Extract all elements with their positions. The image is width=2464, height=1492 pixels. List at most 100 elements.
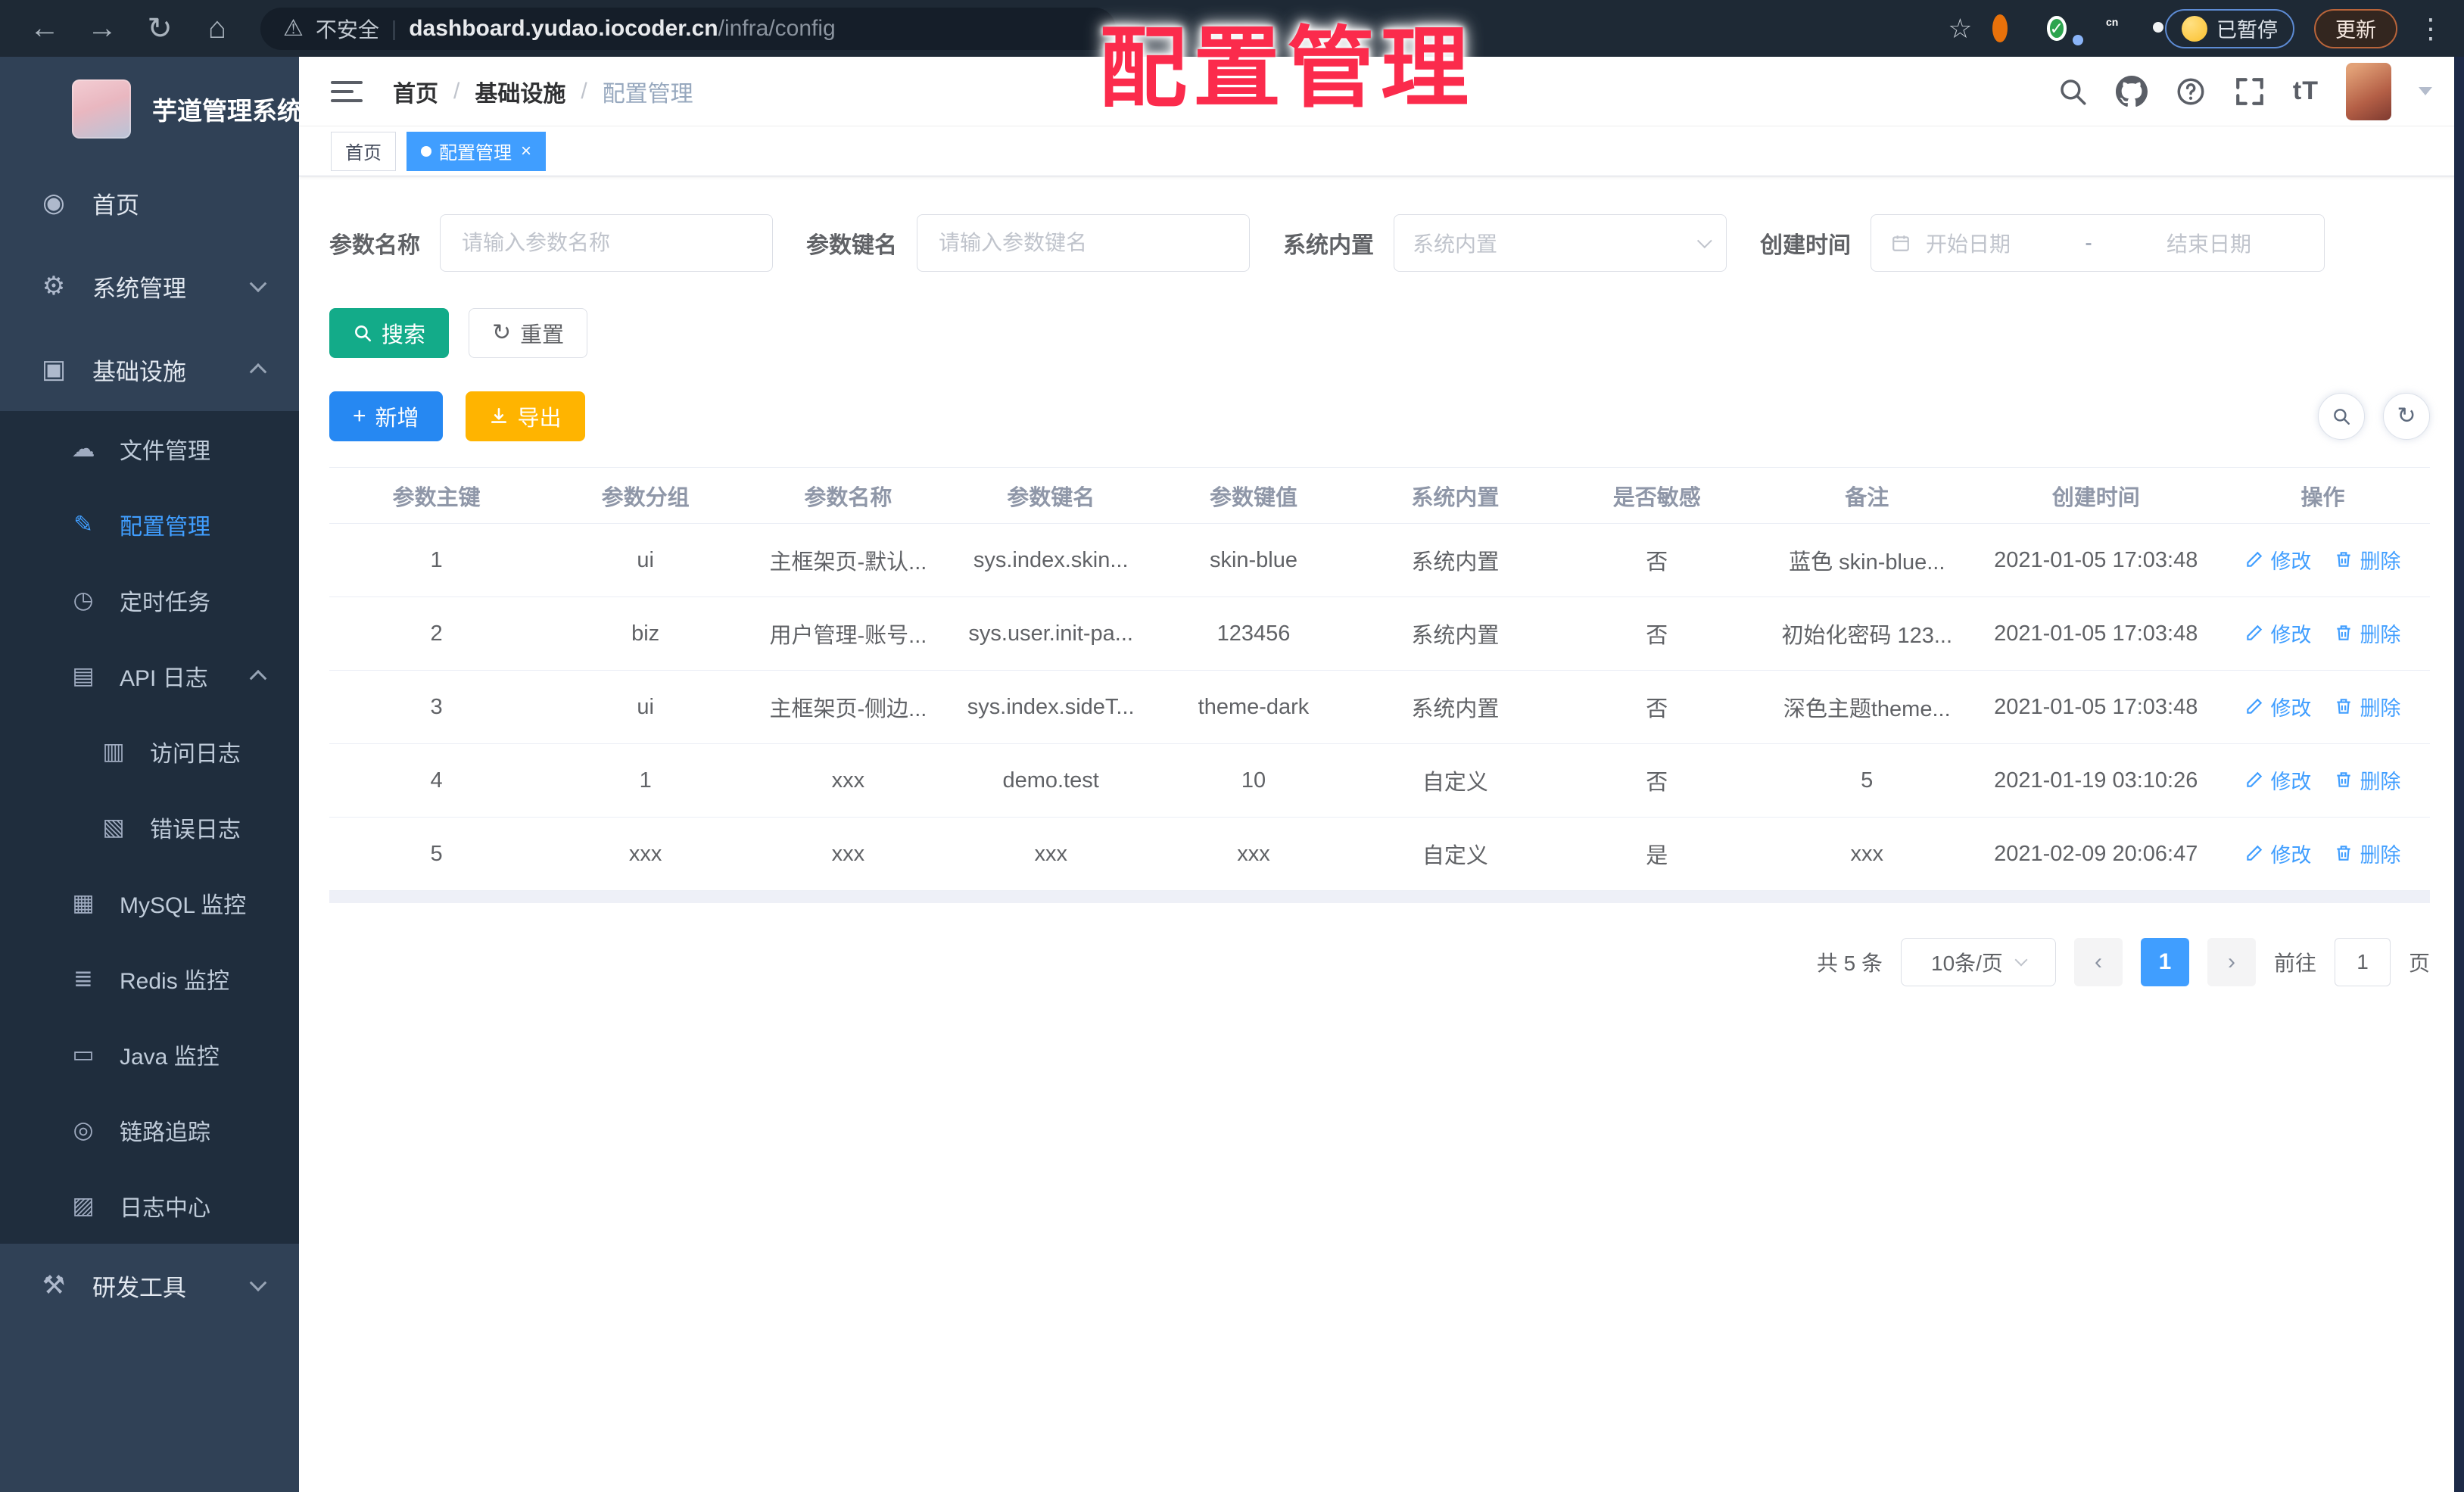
col-header: 操作 bbox=[2215, 467, 2430, 524]
toggle-search-button[interactable] bbox=[2318, 393, 2365, 440]
sidebar-item-log-center[interactable]: ▨ 日志中心 bbox=[0, 1168, 299, 1244]
chevron-down-icon bbox=[1696, 233, 1712, 249]
breadcrumb-home[interactable]: 首页 bbox=[393, 75, 438, 108]
goto-unit-label: 页 bbox=[2408, 952, 2430, 975]
date-range-picker[interactable]: 开始日期 - 结束日期 bbox=[1871, 214, 2325, 272]
delete-link[interactable]: 删除 bbox=[2334, 692, 2400, 721]
java-monitor-icon: ▭ bbox=[72, 1041, 95, 1067]
config-table: 参数主键 参数分组 参数名称 参数键名 参数键值 系统内置 是否敏感 备注 创建… bbox=[329, 467, 2430, 903]
sidebar-item-scheduled-tasks[interactable]: ◷ 定时任务 bbox=[0, 562, 299, 638]
edit-link[interactable]: 修改 bbox=[2244, 618, 2311, 648]
edit-icon bbox=[2247, 552, 2263, 567]
table-row: 4 1 xxx demo.test 10 自定义否 5 2021-01-19 03:10:26… bbox=[329, 743, 2430, 818]
sidebar-item-system-mgmt[interactable]: ⚙ 系统管理 bbox=[0, 245, 299, 328]
not-secure-warning-icon: ⚠ bbox=[283, 16, 304, 41]
sidebar-item-dev-tools[interactable]: ⚒ 研发工具 bbox=[0, 1244, 299, 1327]
trash-icon bbox=[2337, 625, 2351, 640]
add-button[interactable]: + 新增 bbox=[329, 391, 443, 441]
next-page-button[interactable]: › bbox=[2207, 938, 2256, 986]
sidebar-item-mysql-monitor[interactable]: ▦ MySQL 监控 bbox=[0, 865, 299, 941]
browser-menu-icon[interactable]: ⋮ bbox=[2417, 13, 2444, 45]
fullscreen-icon[interactable] bbox=[2234, 76, 2266, 107]
extension-check-icon[interactable]: ✓ bbox=[2046, 15, 2067, 41]
tab-config-mgmt[interactable]: 配置管理 × bbox=[407, 131, 547, 171]
col-header: 备注 bbox=[1757, 467, 1976, 524]
browser-update-button[interactable]: 更新 bbox=[2314, 8, 2397, 48]
search-icon bbox=[2334, 409, 2350, 425]
font-size-icon[interactable]: tT bbox=[2293, 76, 2319, 106]
search-icon[interactable] bbox=[2057, 76, 2089, 107]
delete-link[interactable]: 删除 bbox=[2334, 839, 2400, 868]
address-bar[interactable]: ⚠ 不安全 | dashboard.yudao.iocoder.cn/infra… bbox=[260, 7, 1116, 50]
edit-link[interactable]: 修改 bbox=[2244, 545, 2311, 575]
close-icon[interactable]: × bbox=[521, 141, 531, 162]
export-button[interactable]: 导出 bbox=[465, 391, 585, 441]
table-row: 2 biz 用户管理-账号... sys.user.init-pa... 123456 系… bbox=[329, 596, 2430, 671]
extension-donut-icon[interactable] bbox=[1992, 14, 2008, 42]
window-scrollbar-strip[interactable] bbox=[2454, 57, 2464, 1492]
emoji-icon bbox=[2182, 15, 2207, 42]
sidebar-item-error-logs[interactable]: ▧ 错误日志 bbox=[0, 790, 299, 865]
sidebar-item-file-mgmt[interactable]: ☁ 文件管理 bbox=[0, 411, 299, 487]
avatar-caret-icon[interactable] bbox=[2419, 87, 2432, 95]
browser-reload-icon[interactable]: ↻ bbox=[135, 11, 185, 46]
sidebar-item-infrastructure[interactable]: ▣ 基础设施 bbox=[0, 328, 299, 411]
search-button[interactable]: 搜索 bbox=[329, 308, 450, 358]
access-log-icon: ▥ bbox=[102, 738, 125, 765]
sidebar-item-java-monitor[interactable]: ▭ Java 监控 bbox=[0, 1017, 299, 1092]
edit-icon bbox=[2247, 846, 2263, 861]
browser-forward-icon[interactable]: → bbox=[77, 11, 127, 45]
sidebar-item-config-mgmt[interactable]: ✎ 配置管理 bbox=[0, 487, 299, 562]
delete-link[interactable]: 删除 bbox=[2334, 545, 2400, 575]
sidebar-item-access-logs[interactable]: ▥ 访问日志 bbox=[0, 714, 299, 790]
builtin-select[interactable]: 系统内置 bbox=[1394, 214, 1727, 272]
delete-link[interactable]: 删除 bbox=[2334, 618, 2400, 648]
tab-home[interactable]: 首页 bbox=[331, 131, 396, 171]
sidebar-item-api-logs[interactable]: ▤ API 日志 bbox=[0, 638, 299, 714]
edit-link[interactable]: 修改 bbox=[2244, 839, 2311, 868]
sidebar-logo-row[interactable]: 芋道管理系统 bbox=[0, 57, 302, 161]
calendar-icon bbox=[1892, 235, 1909, 251]
edit-icon: ✎ bbox=[73, 511, 93, 537]
delete-link[interactable]: 删除 bbox=[2334, 765, 2400, 795]
prev-page-button[interactable]: ‹ bbox=[2073, 938, 2123, 986]
paused-badge[interactable]: 已暂停 bbox=[2165, 8, 2294, 48]
sidebar-item-home[interactable]: ◉ 首页 bbox=[0, 161, 299, 245]
trash-icon bbox=[2337, 772, 2351, 787]
param-key-input[interactable] bbox=[917, 214, 1250, 272]
browser-back-icon[interactable]: ← bbox=[20, 11, 70, 45]
chevron-down-icon bbox=[2014, 953, 2028, 967]
refresh-table-button[interactable]: ↻ bbox=[2383, 393, 2430, 440]
app-title: 芋道管理系统 bbox=[152, 97, 302, 125]
hamburger-icon[interactable] bbox=[331, 80, 363, 102]
browser-home-icon[interactable]: ⌂ bbox=[192, 11, 242, 45]
sidebar-submenu-infrastructure: ☁ 文件管理 ✎ 配置管理 ◷ 定时任务 ▤ API 日志 ▥ 访问日志 ▧ 错… bbox=[0, 411, 299, 1244]
user-avatar[interactable] bbox=[2346, 62, 2391, 120]
toolbox-icon: ⚒ bbox=[42, 1271, 66, 1300]
logo-avatar bbox=[72, 79, 131, 139]
sidebar-item-tracing[interactable]: ◎ 链路追踪 bbox=[0, 1092, 299, 1168]
goto-label: 前往 bbox=[2273, 952, 2316, 975]
eye-icon: ◎ bbox=[73, 1117, 94, 1143]
github-icon[interactable] bbox=[2115, 75, 2148, 107]
col-header: 是否敏感 bbox=[1556, 467, 1758, 524]
goto-page-input[interactable] bbox=[2334, 938, 2391, 986]
overlay-annotation-title: 配置管理 bbox=[1099, 19, 1475, 117]
col-header: 参数键名 bbox=[949, 467, 1153, 524]
edit-link[interactable]: 修改 bbox=[2244, 765, 2311, 795]
breadcrumb-infrastructure[interactable]: 基础设施 bbox=[475, 75, 565, 108]
col-header: 创建时间 bbox=[1976, 467, 2216, 524]
url-text: dashboard.yudao.iocoder.cn/infra/config bbox=[409, 16, 836, 42]
chevron-down-icon bbox=[249, 275, 267, 293]
tags-bar: 首页 配置管理 × bbox=[299, 126, 2464, 176]
table-row: 5 xxx xxx xxx xxx 自定义是 xxx 2021-02-09 20:06:47 … bbox=[329, 817, 2430, 891]
reset-button[interactable]: ↻ 重置 bbox=[469, 308, 588, 358]
help-icon[interactable] bbox=[2175, 76, 2207, 107]
search-icon bbox=[355, 325, 372, 342]
sidebar-item-redis-monitor[interactable]: ≣ Redis 监控 bbox=[0, 941, 299, 1017]
param-name-input[interactable] bbox=[440, 214, 773, 272]
edit-link[interactable]: 修改 bbox=[2244, 692, 2311, 721]
bookmark-star-icon[interactable]: ☆ bbox=[1948, 13, 1972, 45]
page-size-select[interactable]: 10条/页 bbox=[1900, 938, 2056, 986]
page-1-button[interactable]: 1 bbox=[2140, 938, 2189, 986]
